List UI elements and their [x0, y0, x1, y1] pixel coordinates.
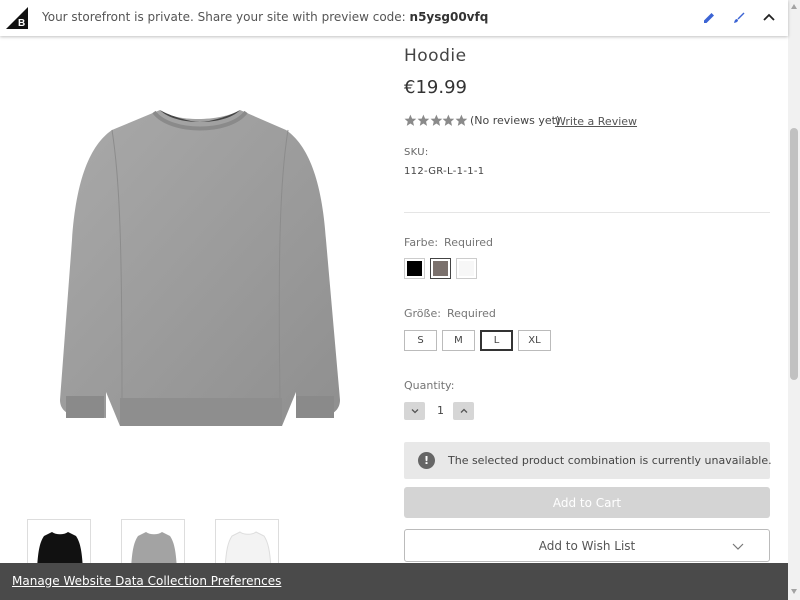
star-icon — [442, 114, 455, 126]
size-required-text: Required — [446, 307, 496, 320]
size-button-s[interactable]: S — [404, 330, 437, 351]
scroll-up-arrow-icon[interactable] — [791, 4, 797, 9]
exclamation-icon: ! — [418, 452, 435, 469]
star-icon — [455, 114, 468, 126]
quantity-value[interactable]: 1 — [437, 404, 444, 417]
rating-stars — [404, 114, 468, 128]
scrollbar-thumb[interactable] — [790, 128, 798, 380]
thumbnail-grey[interactable] — [121, 519, 185, 569]
color-label-text: Farbe: — [404, 236, 439, 249]
alert-text: The selected product combination is curr… — [448, 454, 772, 467]
size-button-m[interactable]: M — [442, 330, 475, 351]
preview-banner-text: Your storefront is private. Share your s… — [42, 10, 488, 24]
thumbnail-grey-image — [131, 532, 177, 568]
bigcommerce-logo-icon: B — [6, 7, 28, 29]
color-option-label: Farbe: Required — [404, 236, 493, 249]
size-button-l[interactable]: L — [480, 330, 513, 351]
divider — [404, 212, 770, 213]
thumbnail-black[interactable] — [27, 519, 91, 569]
chevron-down-icon[interactable] — [731, 539, 745, 553]
star-icon — [417, 114, 430, 126]
size-button-xl[interactable]: XL — [518, 330, 551, 351]
quantity-label: Quantity: — [404, 379, 455, 392]
add-to-cart-button[interactable]: Add to Cart — [404, 487, 770, 518]
preview-code: n5ysg00vfq — [409, 10, 489, 24]
product-title: Hoodie — [404, 46, 467, 66]
scrollbar[interactable] — [788, 0, 800, 600]
wishlist-label: Add to Wish List — [538, 538, 636, 553]
thumbnail-black-image — [37, 532, 83, 568]
sku-value: 112-GR-L-1-1-1 — [404, 166, 485, 177]
star-icon — [404, 114, 417, 126]
chevron-up-icon[interactable] — [760, 9, 778, 27]
color-required-text: Required — [444, 236, 494, 249]
size-option-label: Größe: Required — [404, 307, 496, 320]
thumbnail-white[interactable] — [215, 519, 279, 569]
sku-label: SKU: — [404, 147, 429, 158]
star-icon — [430, 114, 442, 126]
size-label-text: Größe: — [404, 307, 441, 320]
svg-text:B: B — [18, 18, 25, 29]
unavailable-alert: ! The selected product combination is cu… — [404, 442, 772, 479]
chevron-up-icon — [460, 408, 467, 413]
brush-icon[interactable] — [730, 9, 748, 27]
pencil-icon[interactable] — [700, 9, 718, 27]
swatch-white[interactable] — [456, 258, 477, 279]
quantity-decrease-button[interactable] — [404, 402, 425, 420]
thumbnail-white-image — [224, 531, 272, 568]
add-to-wishlist-button[interactable]: Add to Wish List — [404, 529, 770, 562]
reviews-count: (No reviews yet) — [470, 114, 561, 127]
quantity-increase-button[interactable] — [453, 402, 474, 420]
swatch-grey-brown[interactable] — [430, 258, 451, 279]
swatch-black[interactable] — [404, 258, 425, 279]
preview-banner: B Your storefront is private. Share your… — [0, 0, 788, 36]
product-price: €19.99 — [404, 77, 467, 98]
scroll-down-arrow-icon[interactable] — [791, 589, 797, 594]
write-review-link[interactable]: Write a Review — [555, 115, 637, 128]
preview-message: Your storefront is private. Share your s… — [42, 10, 406, 24]
cookie-preferences-bar: Manage Website Data Collection Preferenc… — [0, 563, 788, 600]
chevron-down-icon — [411, 409, 418, 414]
manage-data-preferences-link[interactable]: Manage Website Data Collection Preferenc… — [12, 574, 281, 588]
product-main-image[interactable] — [50, 100, 350, 440]
